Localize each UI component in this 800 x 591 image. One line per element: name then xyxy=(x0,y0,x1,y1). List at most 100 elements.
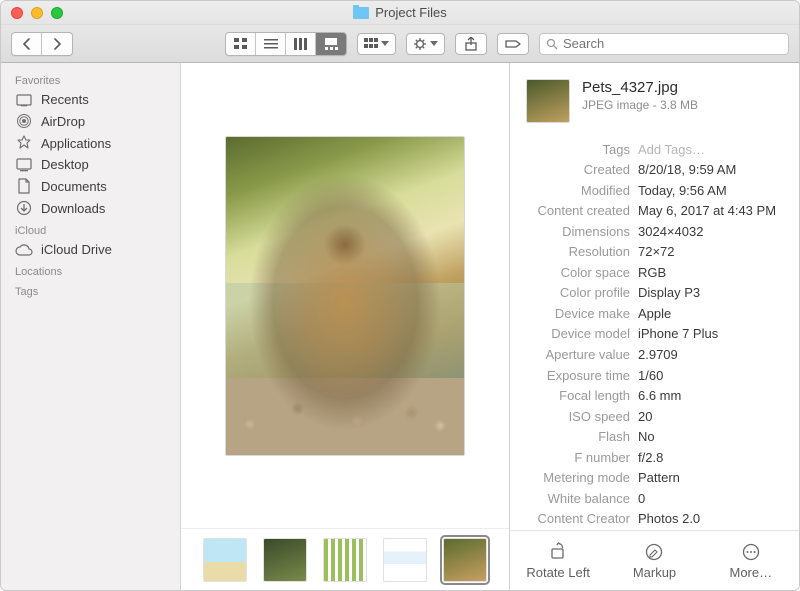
recents-icon xyxy=(15,93,33,107)
rotate-left-button[interactable]: Rotate Left xyxy=(510,531,606,590)
rotate-left-icon xyxy=(548,542,568,562)
sidebar-section-icloud: iCloud xyxy=(1,219,180,239)
metadata-key: Content Creator xyxy=(526,510,638,528)
close-window-button[interactable] xyxy=(11,7,23,19)
metadata-value: iPhone 7 Plus xyxy=(638,325,783,343)
metadata-row: Color profileDisplay P3 xyxy=(526,283,783,304)
share-button[interactable] xyxy=(455,33,487,55)
metadata-row: Aperture value2.9709 xyxy=(526,344,783,365)
metadata-value: Display P3 xyxy=(638,284,783,302)
metadata-list: TagsAdd Tags…Created8/20/18, 9:59 AMModi… xyxy=(510,135,799,530)
more-actions-button[interactable]: More… xyxy=(703,531,799,590)
metadata-key: Device make xyxy=(526,305,638,323)
sidebar-item-airdrop[interactable]: AirDrop xyxy=(1,110,180,132)
add-tags-field[interactable]: Add Tags… xyxy=(638,141,783,159)
applications-icon xyxy=(15,135,33,151)
icon-view-button[interactable] xyxy=(226,33,256,55)
sidebar-item-applications[interactable]: Applications xyxy=(1,132,180,154)
zoom-window-button[interactable] xyxy=(51,7,63,19)
metadata-row: Metering modePattern xyxy=(526,468,783,489)
view-mode-buttons xyxy=(225,32,347,56)
sidebar-section-tags: Tags xyxy=(1,280,180,300)
list-view-button[interactable] xyxy=(256,33,286,55)
chevron-down-icon xyxy=(430,41,438,46)
inspector-header: Pets_4327.jpg JPEG image - 3.8 MB xyxy=(510,63,799,135)
sidebar-item-label: Documents xyxy=(41,179,107,194)
more-icon xyxy=(741,542,761,562)
metadata-key: Metering mode xyxy=(526,469,638,487)
metadata-key: Exposure time xyxy=(526,367,638,385)
sidebar-item-desktop[interactable]: Desktop xyxy=(1,154,180,175)
action-menu-button[interactable] xyxy=(406,33,445,55)
sidebar-item-recents[interactable]: Recents xyxy=(1,89,180,110)
window-title: Project Files xyxy=(353,5,447,20)
markup-button[interactable]: Markup xyxy=(606,531,702,590)
metadata-row: Created8/20/18, 9:59 AM xyxy=(526,160,783,181)
main-content xyxy=(181,63,509,590)
sidebar-item-label: Desktop xyxy=(41,157,89,172)
thumbnail[interactable] xyxy=(323,538,367,582)
thumbnail[interactable] xyxy=(383,538,427,582)
sidebar-item-documents[interactable]: Documents xyxy=(1,175,180,197)
metadata-key: Resolution xyxy=(526,243,638,261)
sidebar-section-favorites: Favorites xyxy=(1,69,180,89)
back-button[interactable] xyxy=(12,33,42,55)
metadata-value: Photos 2.0 xyxy=(638,510,783,528)
metadata-key: Color profile xyxy=(526,284,638,302)
downloads-icon xyxy=(15,200,33,216)
sidebar-item-label: Recents xyxy=(41,92,89,107)
titlebar: Project Files xyxy=(1,1,799,25)
action-label: Rotate Left xyxy=(526,565,590,580)
thumbnail[interactable] xyxy=(263,538,307,582)
metadata-row: Resolution72×72 xyxy=(526,242,783,263)
sidebar-item-downloads[interactable]: Downloads xyxy=(1,197,180,219)
metadata-row: F numberf/2.8 xyxy=(526,447,783,468)
column-view-button[interactable] xyxy=(286,33,316,55)
group-by-button[interactable] xyxy=(357,33,396,55)
metadata-key: Modified xyxy=(526,182,638,200)
file-name: Pets_4327.jpg xyxy=(582,79,698,96)
metadata-value: 3024×4032 xyxy=(638,223,783,241)
quick-actions: Rotate Left Markup More… xyxy=(510,530,799,590)
preview-area xyxy=(181,63,509,528)
search-input[interactable] xyxy=(563,36,782,51)
metadata-value: 20 xyxy=(638,408,783,426)
metadata-key: F number xyxy=(526,449,638,467)
desktop-icon xyxy=(15,158,33,172)
metadata-value: 72×72 xyxy=(638,243,783,261)
metadata-row: Exposure time1/60 xyxy=(526,365,783,386)
metadata-value: Apple xyxy=(638,305,783,323)
file-kind-size: JPEG image - 3.8 MB xyxy=(582,98,698,112)
nav-buttons xyxy=(11,32,73,56)
inspector-panel: Pets_4327.jpg JPEG image - 3.8 MB TagsAd… xyxy=(509,63,799,590)
thumbnail[interactable] xyxy=(203,538,247,582)
preview-image[interactable] xyxy=(225,136,465,456)
window-title-text: Project Files xyxy=(375,5,447,20)
metadata-key: Flash xyxy=(526,428,638,446)
metadata-value: 2.9709 xyxy=(638,346,783,364)
chevron-down-icon xyxy=(381,41,389,46)
tags-button[interactable] xyxy=(497,33,529,55)
metadata-key: White balance xyxy=(526,490,638,508)
metadata-row: FlashNo xyxy=(526,427,783,448)
metadata-key: Content created xyxy=(526,202,638,220)
thumbnail-strip xyxy=(181,528,509,590)
thumbnail-selected[interactable] xyxy=(443,538,487,582)
metadata-row: Device makeApple xyxy=(526,303,783,324)
metadata-row: TagsAdd Tags… xyxy=(526,139,783,160)
metadata-key: Focal length xyxy=(526,387,638,405)
sidebar-item-label: Downloads xyxy=(41,201,105,216)
search-field[interactable] xyxy=(539,33,789,55)
sidebar-item-icloud-drive[interactable]: iCloud Drive xyxy=(1,239,180,260)
minimize-window-button[interactable] xyxy=(31,7,43,19)
metadata-value: f/2.8 xyxy=(638,449,783,467)
gallery-view-button[interactable] xyxy=(316,33,346,55)
folder-icon xyxy=(353,7,369,19)
action-label: Markup xyxy=(633,565,676,580)
metadata-value: RGB xyxy=(638,264,783,282)
window-controls xyxy=(11,7,63,19)
metadata-row: ModifiedToday, 9:56 AM xyxy=(526,180,783,201)
metadata-row: Focal length6.6 mm xyxy=(526,386,783,407)
metadata-value: 6.6 mm xyxy=(638,387,783,405)
forward-button[interactable] xyxy=(42,33,72,55)
